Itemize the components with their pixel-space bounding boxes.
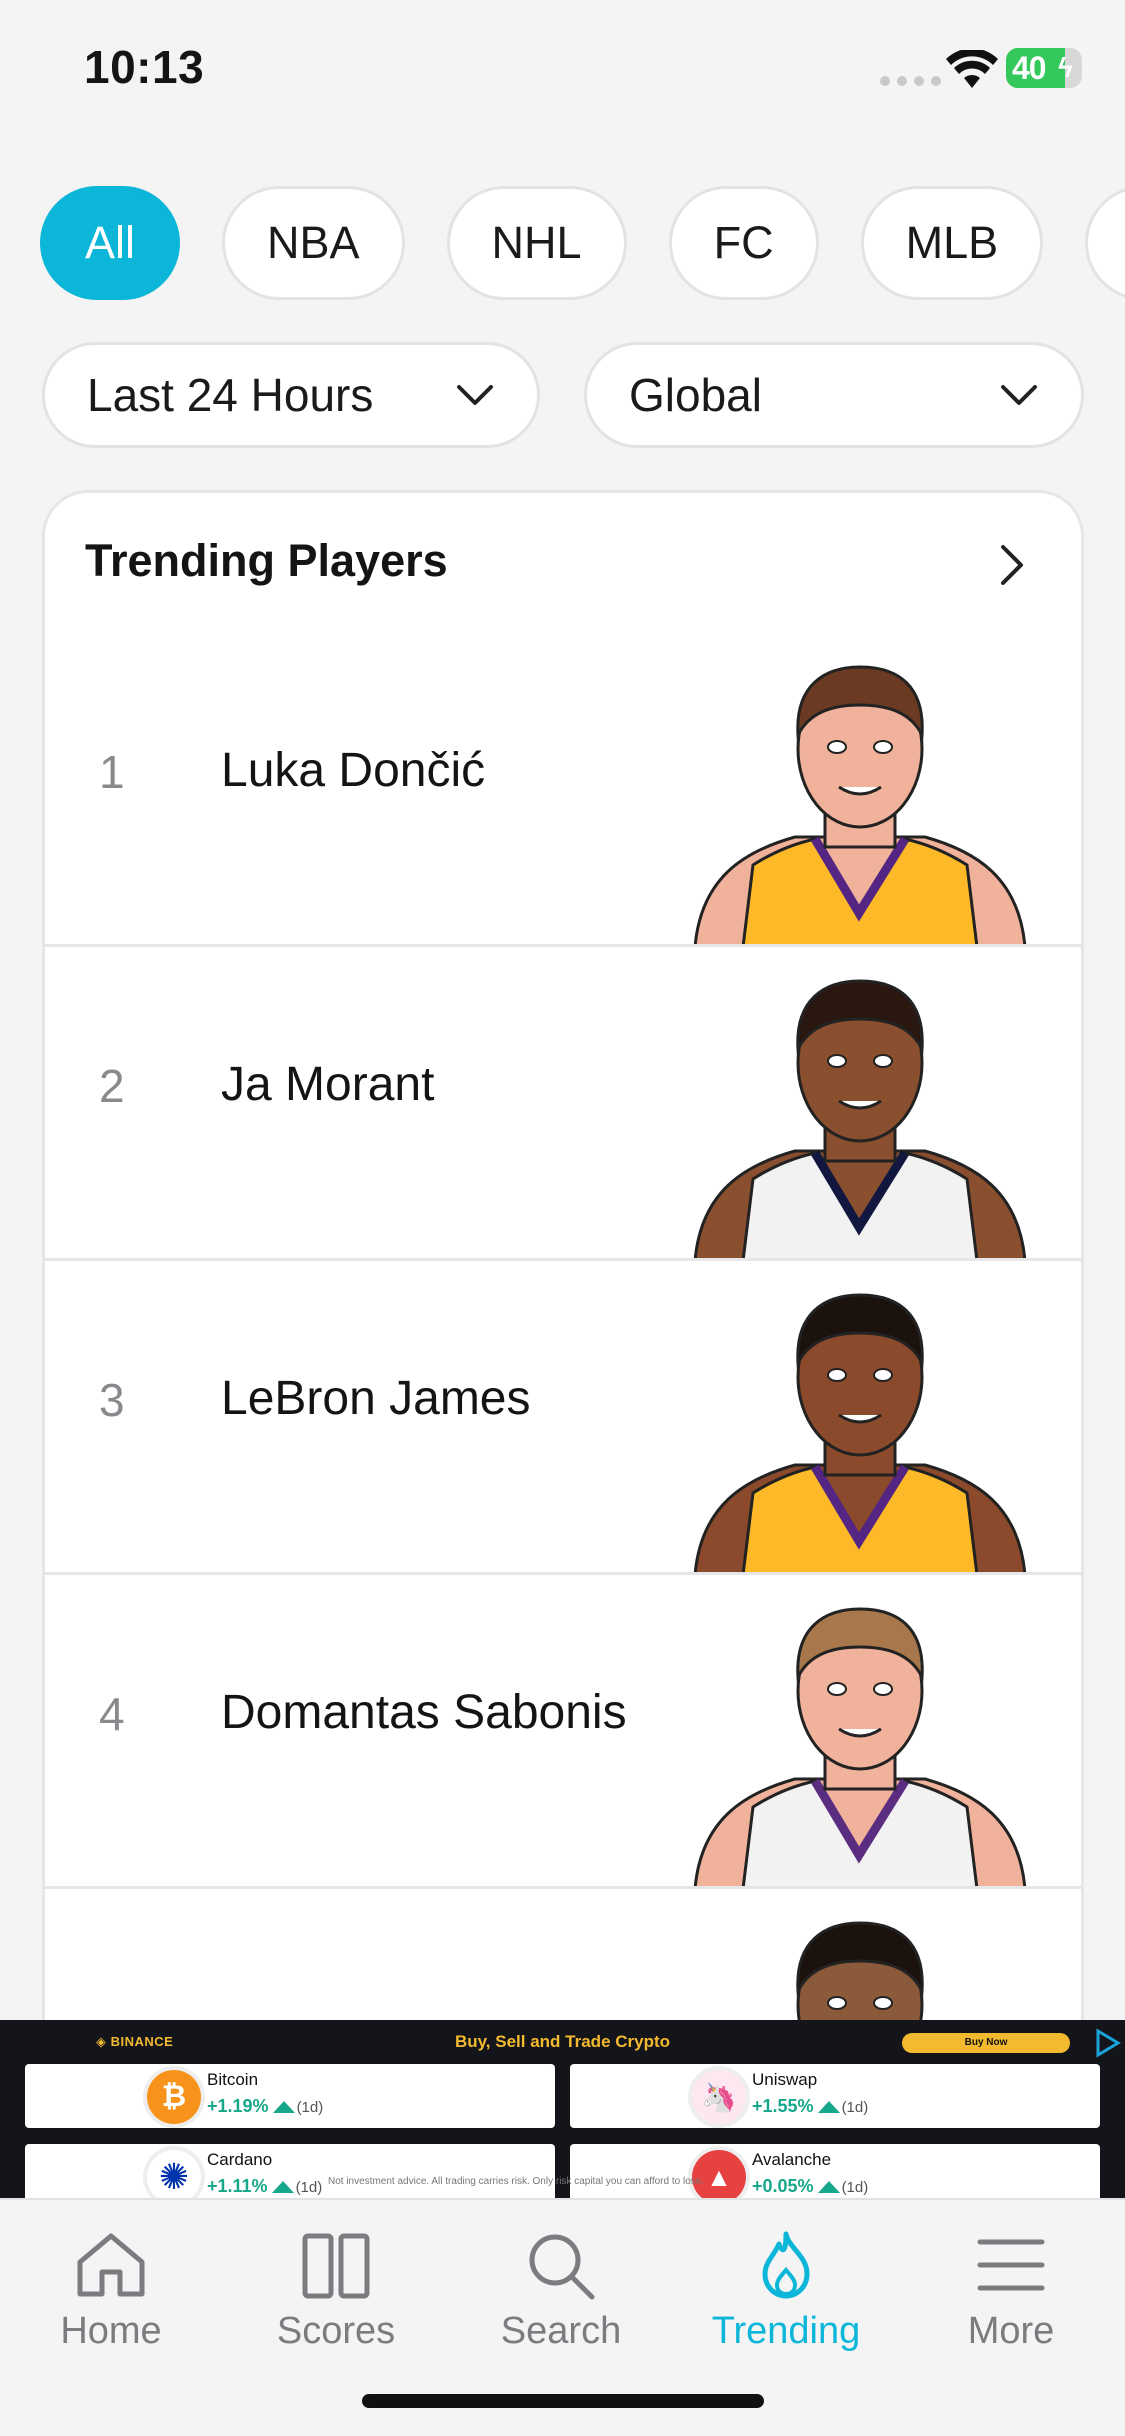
battery-icon: 40 ϟ: [1006, 48, 1082, 88]
player-avatar: [693, 979, 1027, 1258]
arrow-up-icon: [271, 2181, 294, 2194]
coin-card[interactable]: ✺ Cardano +1.11% (1d): [25, 2144, 555, 2198]
chevron-down-icon: [1001, 385, 1037, 405]
home-icon: [77, 2233, 145, 2297]
chip-nhl[interactable]: NHL: [446, 186, 627, 300]
chip-next[interactable]: N: [1085, 186, 1125, 300]
flame-icon: [762, 2231, 810, 2299]
player-row[interactable]: 1 Luka Dončić: [45, 633, 1081, 947]
coin-card[interactable]: ▲ Avalanche +0.05% (1d): [570, 2144, 1100, 2198]
league-chip-bar: All NBA NHL FC MLB N: [0, 180, 1125, 310]
coin-card[interactable]: 🦄 Uniswap +1.55% (1d): [570, 2064, 1100, 2128]
home-indicator: [362, 2394, 764, 2408]
player-row[interactable]: 3 LeBron James: [45, 1261, 1081, 1575]
wifi-icon: [946, 50, 998, 88]
player-row[interactable]: 2 Ja Morant: [45, 947, 1081, 1261]
player-row[interactable]: 4 Domantas Sabonis: [45, 1575, 1081, 1889]
player-name: Domantas Sabonis: [221, 1686, 627, 1739]
chip-all[interactable]: All: [40, 186, 181, 300]
player-name: Luka Dončić: [221, 744, 486, 797]
region-dropdown[interactable]: Global: [584, 342, 1084, 448]
time-range-dropdown[interactable]: Last 24 Hours: [42, 342, 540, 448]
trending-players-header[interactable]: Trending Players: [45, 493, 1081, 633]
chevron-down-icon: [457, 385, 493, 405]
arrow-up-icon: [817, 2101, 840, 2114]
scores-icon: [302, 2233, 370, 2299]
coin-name: Cardano: [207, 2150, 273, 2169]
tab-home[interactable]: Home: [1, 2230, 221, 2353]
ad-disclaimer: Not investment advice. All trading carri…: [328, 2176, 705, 2187]
bitcoin-icon: ₿: [143, 2066, 205, 2128]
trending-players-card: Trending Players 1 Luka Dončić 2 Ja Mora…: [42, 490, 1084, 2020]
tab-scores[interactable]: Scores: [226, 2230, 446, 2353]
coin-name: Avalanche: [752, 2150, 832, 2169]
tab-search[interactable]: Search: [451, 2230, 671, 2353]
cellular-signal-icon: [880, 76, 941, 86]
tab-trending[interactable]: Trending: [676, 2230, 896, 2353]
player-avatar: [693, 665, 1027, 944]
coin-card[interactable]: ₿ Bitcoin +1.19% (1d): [25, 2064, 555, 2128]
player-name: Ja Morant: [221, 1058, 435, 1111]
ad-choices-icon[interactable]: [1094, 2028, 1122, 2058]
player-avatar: [693, 1607, 1027, 1886]
avalanche-icon: ▲: [688, 2146, 750, 2198]
crypto-ad-banner[interactable]: ◈ BINANCE Buy, Sell and Trade Crypto Buy…: [0, 2020, 1125, 2198]
coin-change: +1.55% (1d): [752, 2096, 869, 2116]
player-row[interactable]: [45, 1889, 1081, 2020]
chevron-right-icon[interactable]: [997, 543, 1027, 587]
chip-fc[interactable]: FC: [668, 186, 819, 300]
chip-mlb[interactable]: MLB: [860, 186, 1044, 300]
player-rank: 3: [99, 1374, 125, 1426]
coin-change: +0.05% (1d): [752, 2176, 869, 2196]
coin-name: Bitcoin: [207, 2070, 259, 2089]
player-avatar: [796, 1921, 924, 2020]
time-range-value: Last 24 Hours: [87, 369, 374, 421]
status-bar: 10:13 40 ϟ: [0, 0, 1125, 140]
card-title: Trending Players: [85, 535, 448, 586]
region-value: Global: [629, 369, 762, 421]
coin-change: +1.19% (1d): [207, 2096, 324, 2116]
arrow-up-icon: [272, 2101, 295, 2114]
player-name: LeBron James: [221, 1372, 531, 1425]
coin-change: +1.11% (1d): [207, 2176, 323, 2196]
cardano-icon: ✺: [143, 2146, 205, 2198]
player-rank: 2: [99, 1060, 125, 1112]
player-rank: 1: [99, 746, 125, 798]
player-avatar: [693, 1293, 1027, 1572]
status-time: 10:13: [84, 41, 205, 93]
chip-nba[interactable]: NBA: [222, 186, 405, 300]
coin-name: Uniswap: [752, 2070, 818, 2089]
search-icon: [529, 2234, 595, 2300]
tab-more[interactable]: More: [901, 2230, 1121, 2353]
uniswap-icon: 🦄: [688, 2066, 750, 2128]
player-rank: 4: [99, 1688, 125, 1740]
arrow-up-icon: [817, 2181, 840, 2194]
menu-icon: [977, 2239, 1045, 2291]
ad-buy-now-button[interactable]: Buy Now: [902, 2033, 1070, 2053]
